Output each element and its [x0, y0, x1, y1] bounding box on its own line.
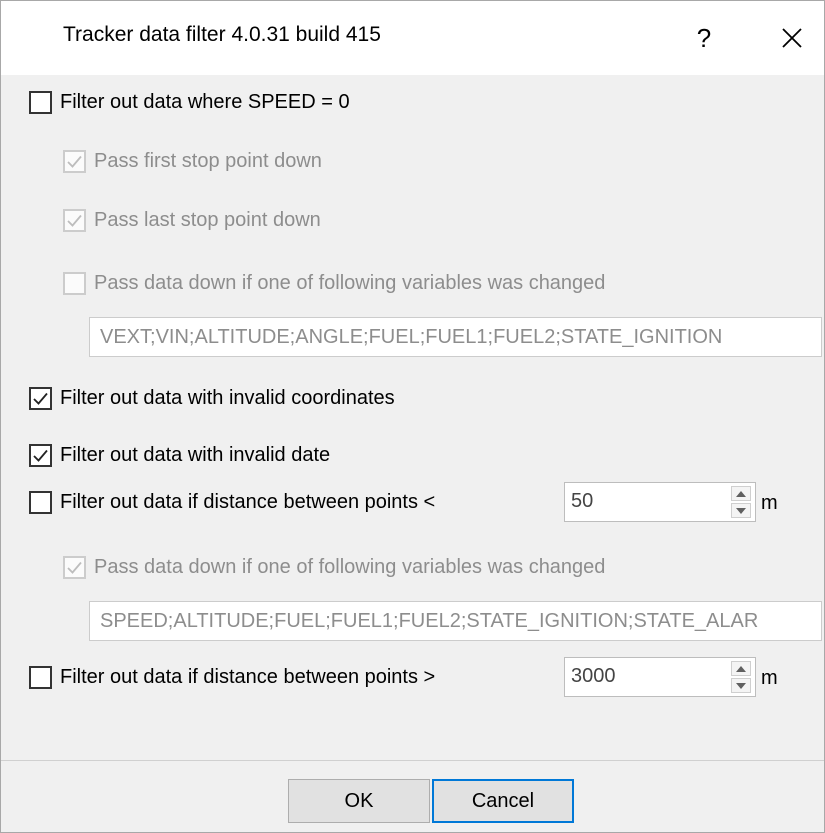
distance-greater-spinbox[interactable]: 3000 [564, 657, 756, 697]
spin-up-button[interactable] [731, 661, 751, 676]
chevron-down-icon [736, 682, 746, 689]
pass-changed-speed-label: Pass data down if one of following varia… [94, 272, 606, 294]
distance-greater-label: Filter out data if distance between poin… [60, 666, 436, 688]
window-title: Tracker data filter 4.0.31 build 415 [63, 23, 381, 46]
checkmark-icon [67, 214, 82, 227]
invalid-date-checkbox[interactable] [29, 444, 52, 467]
distance-less-unit: m [761, 492, 778, 514]
distance-less-value: 50 [571, 490, 594, 512]
help-icon: ? [696, 22, 712, 53]
pass-changed-distance-option[interactable]: Pass data down if one of following varia… [63, 556, 605, 579]
footer-separator [1, 760, 824, 761]
distance-less-label: Filter out data if distance between poin… [60, 491, 436, 513]
pass-last-stop-option[interactable]: Pass last stop point down [63, 209, 321, 232]
pass-first-stop-label: Pass first stop point down [94, 150, 322, 172]
invalid-coordinates-checkbox[interactable] [29, 387, 52, 410]
pass-changed-distance-label: Pass data down if one of following varia… [94, 556, 606, 578]
distance-greater-unit: m [761, 667, 778, 689]
checkmark-icon [67, 155, 82, 168]
close-button[interactable] [757, 1, 825, 75]
pass-last-stop-label: Pass last stop point down [94, 209, 321, 231]
speed-variables-field[interactable]: VEXT;VIN;ALTITUDE;ANGLE;FUEL;FUEL1;FUEL2… [89, 317, 822, 357]
tracker-data-filter-dialog: Tracker data filter 4.0.31 build 415 ? F… [0, 0, 825, 833]
chevron-down-icon [736, 507, 746, 514]
speed-zero-option[interactable]: Filter out data where SPEED = 0 [29, 91, 350, 114]
distance-greater-value: 3000 [571, 665, 616, 687]
invalid-date-label: Filter out data with invalid date [60, 444, 331, 466]
speed-zero-checkbox[interactable] [29, 91, 52, 114]
ok-button[interactable]: OK [288, 779, 430, 823]
distance-greater-checkbox[interactable] [29, 666, 52, 689]
close-icon [782, 28, 802, 48]
cancel-button[interactable]: Cancel [432, 779, 574, 823]
pass-changed-distance-checkbox[interactable] [63, 556, 86, 579]
pass-last-stop-checkbox[interactable] [63, 209, 86, 232]
spin-buttons [731, 661, 751, 693]
chevron-up-icon [736, 665, 746, 672]
invalid-coordinates-label: Filter out data with invalid coordinates [60, 387, 395, 409]
pass-first-stop-checkbox[interactable] [63, 150, 86, 173]
checkmark-icon [33, 449, 48, 462]
spin-up-button[interactable] [731, 486, 751, 501]
spin-buttons [731, 486, 751, 518]
help-button[interactable]: ? [669, 1, 739, 75]
distance-less-spinbox[interactable]: 50 [564, 482, 756, 522]
pass-changed-speed-option[interactable]: Pass data down if one of following varia… [63, 272, 605, 295]
checkmark-icon [67, 561, 82, 574]
pass-first-stop-option[interactable]: Pass first stop point down [63, 150, 322, 173]
pass-changed-speed-checkbox[interactable] [63, 272, 86, 295]
distance-less-option[interactable]: Filter out data if distance between poin… [29, 491, 435, 514]
distance-variables-field[interactable]: SPEED;ALTITUDE;FUEL;FUEL1;FUEL2;STATE_IG… [89, 601, 822, 641]
distance-less-checkbox[interactable] [29, 491, 52, 514]
spin-down-button[interactable] [731, 678, 751, 693]
title-bar: Tracker data filter 4.0.31 build 415 ? [1, 1, 824, 75]
invalid-coordinates-option[interactable]: Filter out data with invalid coordinates [29, 387, 395, 410]
distance-greater-option[interactable]: Filter out data if distance between poin… [29, 666, 435, 689]
speed-zero-label: Filter out data where SPEED = 0 [60, 91, 350, 113]
spin-down-button[interactable] [731, 503, 751, 518]
chevron-up-icon [736, 490, 746, 497]
checkmark-icon [33, 392, 48, 405]
invalid-date-option[interactable]: Filter out data with invalid date [29, 444, 330, 467]
